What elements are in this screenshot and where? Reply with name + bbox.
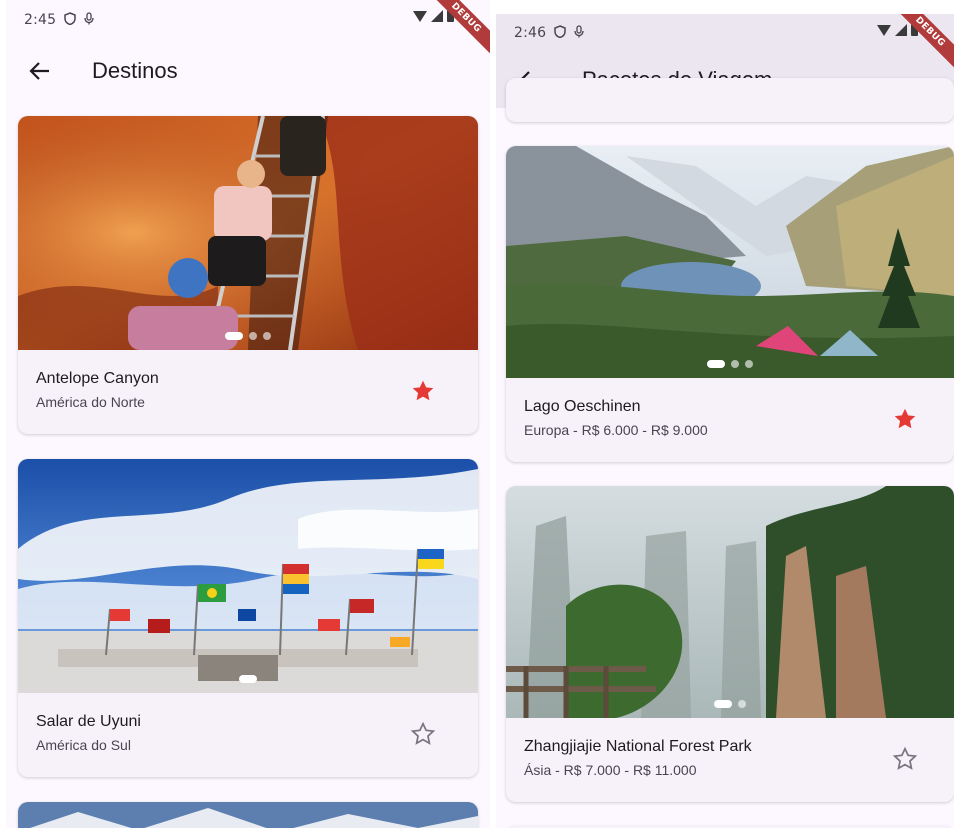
card-info: Salar de Uyuni América do Sul xyxy=(18,713,478,777)
carousel-dot[interactable] xyxy=(745,360,753,368)
package-card[interactable] xyxy=(506,78,954,122)
carousel-indicator xyxy=(714,700,746,708)
carousel-dot[interactable] xyxy=(225,332,243,340)
cell-signal-icon xyxy=(431,10,443,22)
card-info: Zhangjiajie National Forest Park Ásia - … xyxy=(506,738,954,802)
carousel-indicator xyxy=(239,675,257,683)
favorite-star-outline-icon[interactable] xyxy=(410,721,436,747)
shield-icon xyxy=(554,24,566,42)
favorite-star-outline-icon[interactable] xyxy=(892,746,918,772)
microphone-icon xyxy=(84,11,94,29)
carousel-indicator xyxy=(707,360,753,368)
canyon-photo xyxy=(18,116,478,350)
status-time: 2:45 xyxy=(24,12,57,28)
carousel-image[interactable] xyxy=(18,802,478,828)
card-info: Antelope Canyon América do Norte xyxy=(18,370,478,434)
salt-flat-photo xyxy=(18,459,478,693)
status-bar: 2:46 xyxy=(496,14,954,52)
carousel-dot[interactable] xyxy=(249,332,257,340)
package-card[interactable]: Lago Oeschinen Europa - R$ 6.000 - R$ 9.… xyxy=(506,146,954,462)
wifi-icon xyxy=(413,10,427,22)
app-bar: Destinos xyxy=(6,40,490,102)
mountain-photo xyxy=(18,802,478,828)
carousel-dot[interactable] xyxy=(263,332,271,340)
package-name: Zhangjiajie National Forest Park xyxy=(524,738,752,755)
shield-icon xyxy=(64,11,76,29)
package-price-range: Europa - R$ 6.000 - R$ 9.000 xyxy=(524,422,708,438)
back-arrow-icon[interactable] xyxy=(26,57,54,85)
carousel-image[interactable] xyxy=(506,146,954,378)
carousel-dot[interactable] xyxy=(707,360,725,368)
carousel-image[interactable] xyxy=(18,116,478,350)
wifi-icon xyxy=(877,24,891,36)
favorite-star-icon[interactable] xyxy=(892,406,918,432)
favorite-star-icon[interactable] xyxy=(410,378,436,404)
destination-card[interactable] xyxy=(18,802,478,828)
package-price-range: Ásia - R$ 7.000 - R$ 11.000 xyxy=(524,762,697,778)
carousel-indicator xyxy=(225,332,271,340)
page-title: Destinos xyxy=(92,58,178,83)
microphone-icon xyxy=(574,24,584,42)
lake-photo xyxy=(506,146,954,378)
package-card[interactable]: Zhangjiajie National Forest Park Ásia - … xyxy=(506,486,954,802)
carousel-dot[interactable] xyxy=(738,700,746,708)
destinos-screen: 2:45 DEBUG Destinos Antelope Canyon Amér… xyxy=(6,0,490,828)
status-time: 2:46 xyxy=(514,25,547,41)
pacotes-screen: 2:46 DEBUG Pacotes de Viagem xyxy=(496,14,954,828)
carousel-image[interactable] xyxy=(506,486,954,718)
destination-card[interactable]: Salar de Uyuni América do Sul xyxy=(18,459,478,777)
carousel-dot[interactable] xyxy=(714,700,732,708)
forest-photo xyxy=(506,486,954,718)
carousel-dot[interactable] xyxy=(731,360,739,368)
status-bar: 2:45 xyxy=(6,0,490,40)
package-name: Lago Oeschinen xyxy=(524,398,641,415)
cell-signal-icon xyxy=(895,24,907,36)
destination-card[interactable]: Antelope Canyon América do Norte xyxy=(18,116,478,434)
card-info: Lago Oeschinen Europa - R$ 6.000 - R$ 9.… xyxy=(506,398,954,462)
carousel-dot[interactable] xyxy=(239,675,257,683)
carousel-image[interactable] xyxy=(18,459,478,693)
